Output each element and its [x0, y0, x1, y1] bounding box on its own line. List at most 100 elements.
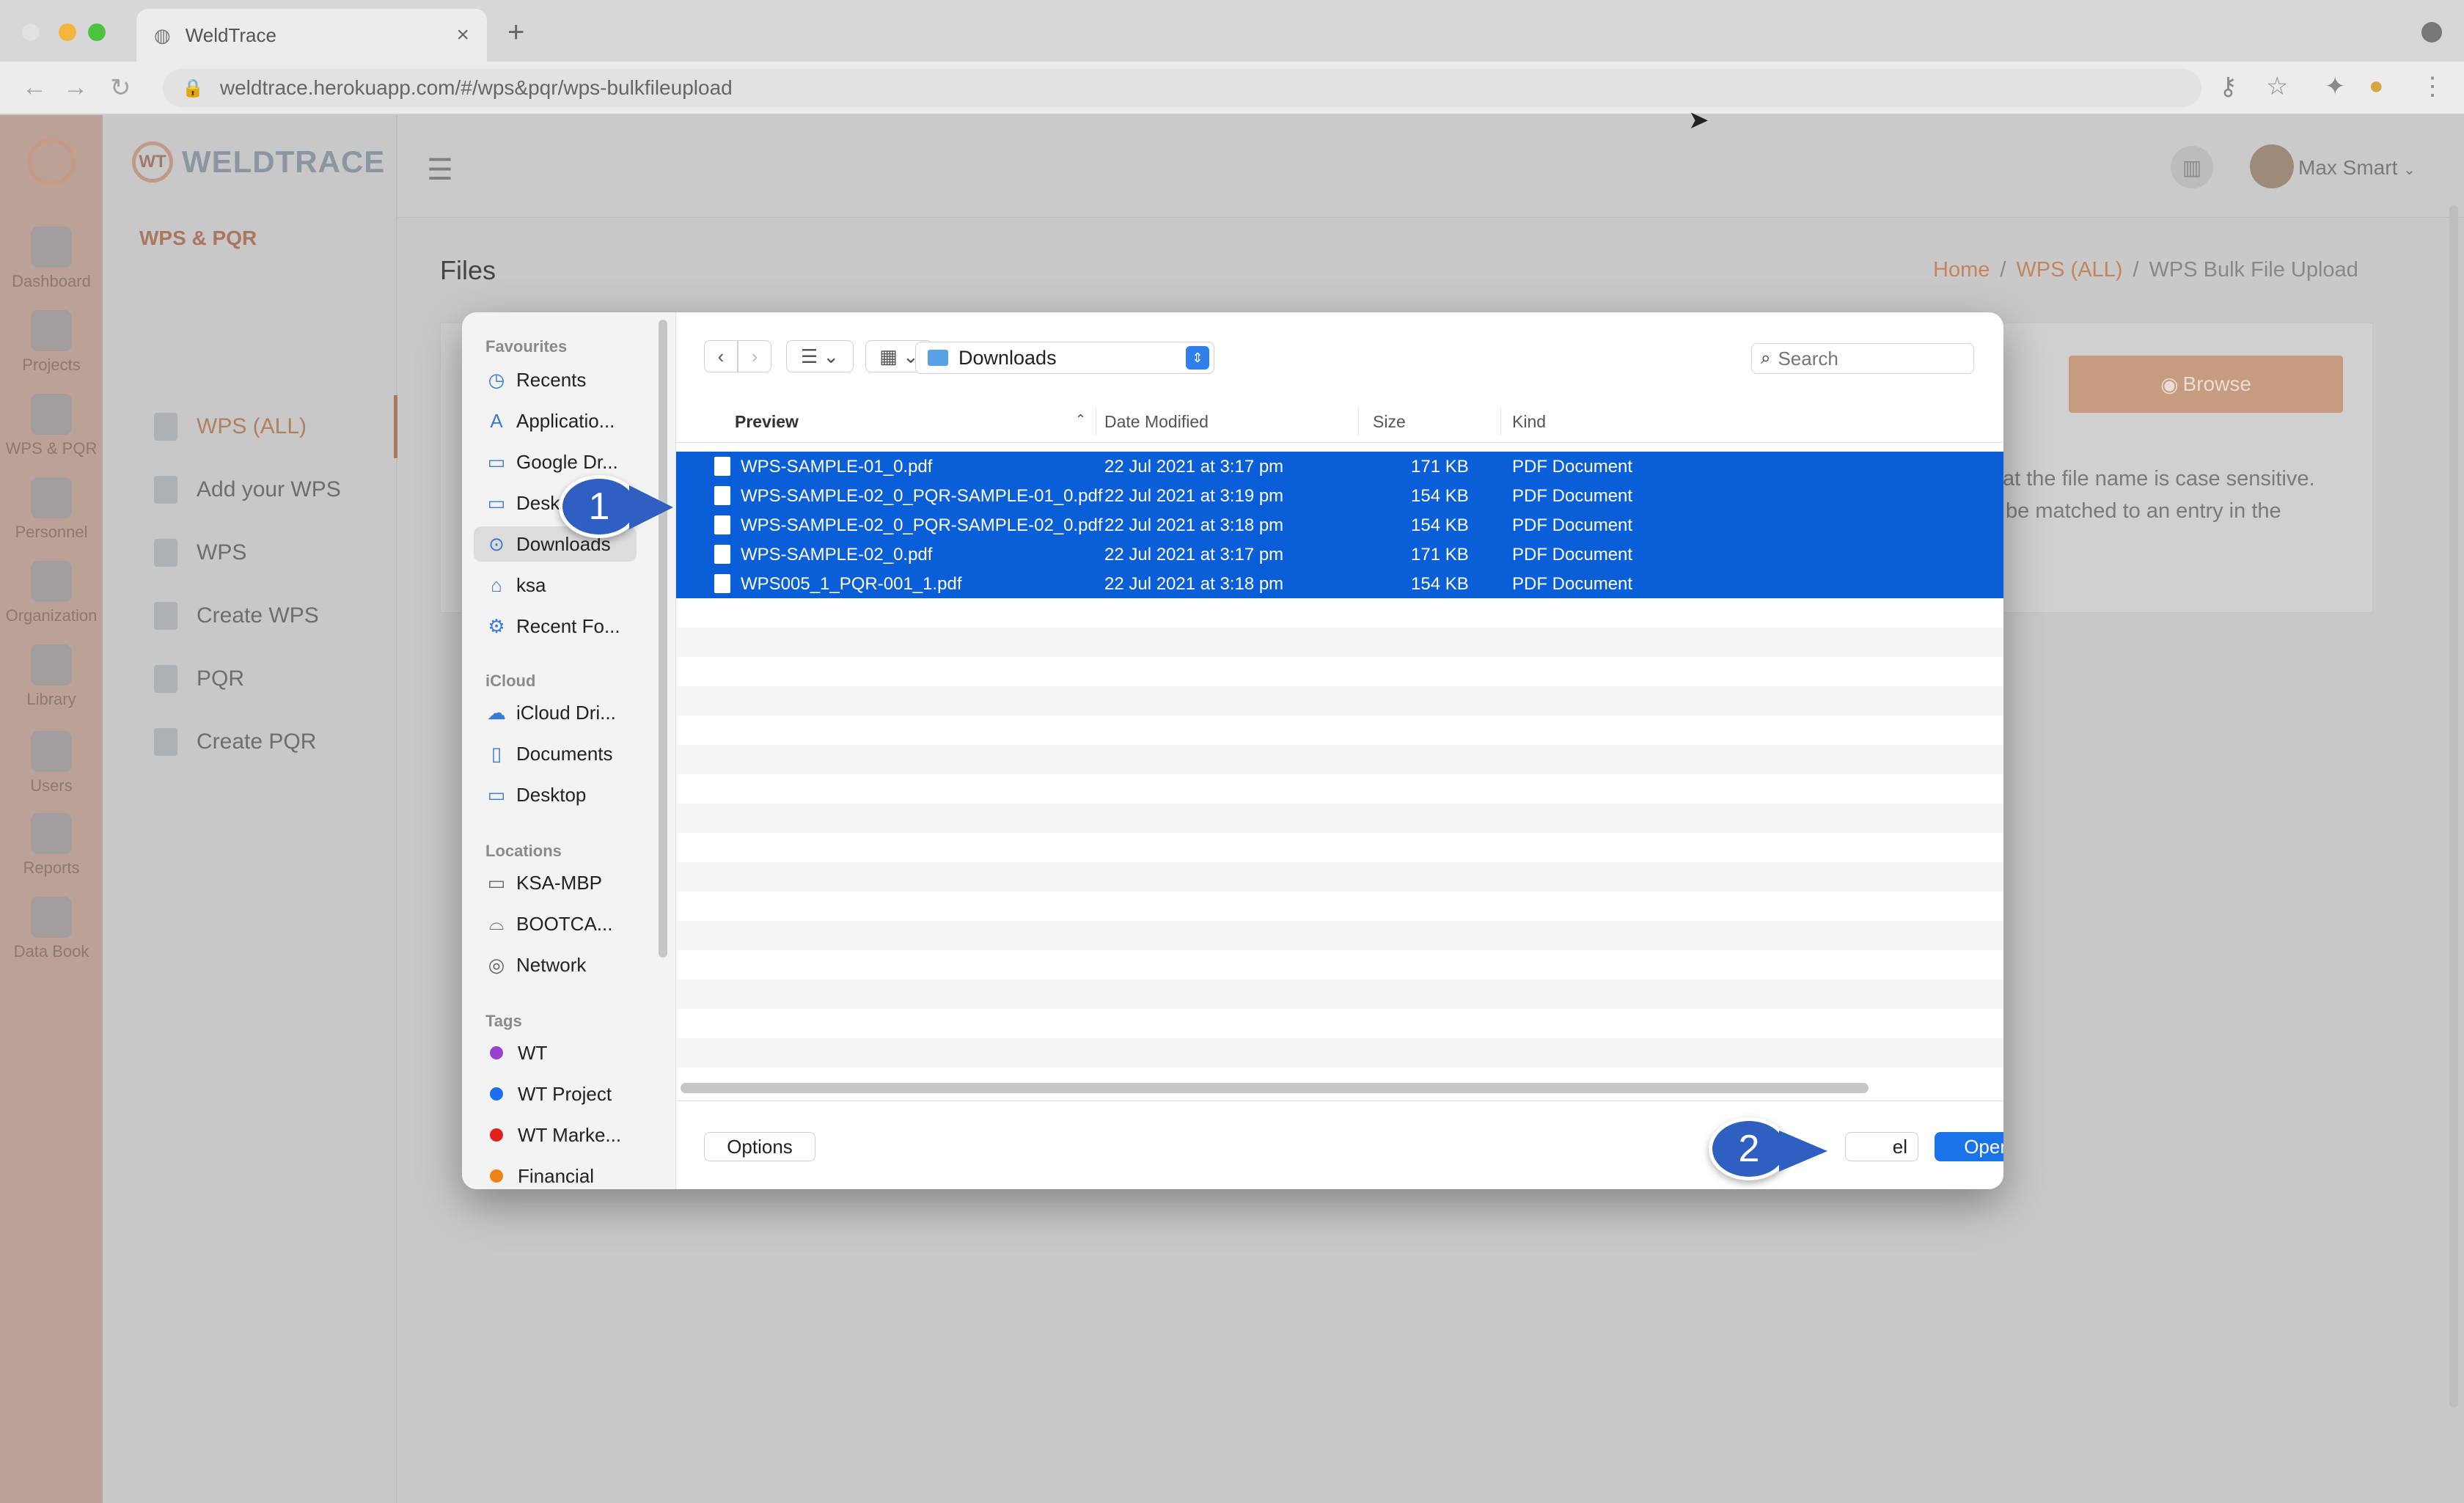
sidebar-item-bootcamp[interactable]: ⌓ BOOTCA...: [474, 906, 637, 941]
rail-label: Data Book: [13, 942, 89, 960]
bookmark-star-icon[interactable]: ☆: [2266, 72, 2288, 101]
extensions-icon[interactable]: ✦: [2325, 72, 2346, 101]
horizontal-scrollbar[interactable]: [681, 1083, 1869, 1093]
search-field[interactable]: ⌕: [1751, 343, 1974, 374]
browser-tab[interactable]: ◍ WeldTrace ×: [136, 9, 487, 62]
sidebar-item-recent-folders[interactable]: ⚙ Recent Fo...: [474, 609, 637, 644]
module-rail: Dashboard Projects WPS & PQR Personnel O…: [0, 115, 103, 1503]
sidebar-item-ksa[interactable]: ⌂ ksa: [474, 567, 637, 603]
callout-2: 2: [1709, 1117, 1833, 1183]
column-divider[interactable]: [1500, 408, 1501, 436]
rail-label: Projects: [22, 356, 81, 374]
rail-logo[interactable]: [0, 139, 103, 185]
nav-item-add-wps[interactable]: Add your WPS: [103, 458, 397, 521]
back-icon[interactable]: ←: [22, 73, 47, 102]
browser-menu-icon[interactable]: ⋮: [2420, 72, 2445, 101]
column-divider[interactable]: [1358, 408, 1359, 436]
window-close-dot[interactable]: [22, 23, 40, 41]
sidebar-item-documents[interactable]: ▯ Documents: [474, 736, 637, 771]
sidebar-scrollbar[interactable]: [659, 320, 667, 958]
download-icon: ⊙: [488, 532, 505, 555]
profile-icon[interactable]: ●: [2369, 72, 2384, 100]
sidebar-item-label: Documents: [516, 742, 613, 765]
nav-item-pqr[interactable]: PQR: [103, 647, 397, 710]
sidebar-tag-wt[interactable]: WT: [474, 1035, 637, 1070]
nav-item-wps[interactable]: WPS: [103, 521, 397, 584]
document-icon: [154, 602, 177, 630]
applications-icon: A: [490, 409, 503, 432]
nav-item-create-wps[interactable]: Create WPS: [103, 584, 397, 647]
search-input[interactable]: [1778, 347, 1947, 370]
sidebar-tag-wt-project[interactable]: WT Project: [474, 1076, 637, 1111]
sidebar-item-label: BOOTCA...: [516, 912, 613, 935]
list-item[interactable]: WPS005_1_PQR-001_1.pdf 22 Jul 2021 at 3:…: [676, 569, 2003, 598]
sidebar-item-ksa-mbp[interactable]: ▭ KSA-MBP: [474, 865, 637, 900]
column-size[interactable]: Size: [1373, 412, 1406, 432]
rail-item-data-book[interactable]: Data Book: [0, 897, 103, 961]
sidebar-item-network[interactable]: ◎ Network: [474, 947, 637, 982]
sidebar-item-recents[interactable]: ◷ Recents: [474, 362, 637, 397]
file-size: 154 KB: [1411, 515, 1469, 535]
sidebar-item-label: Network: [516, 953, 587, 976]
breadcrumb-wps-all[interactable]: WPS (ALL): [2016, 258, 2122, 282]
nav-section-title: WPS & PQR: [139, 227, 257, 249]
list-item[interactable]: WPS-SAMPLE-02_0_PQR-SAMPLE-01_0.pdf 22 J…: [676, 481, 2003, 510]
folder-name: Downloads: [958, 346, 1057, 369]
column-preview[interactable]: Preview: [735, 412, 799, 432]
empty-row-stripe: [676, 1038, 2003, 1067]
sidebar-item-google-drive[interactable]: ▭ Google Dr...: [474, 444, 637, 479]
sidebar-tag-wt-marketing[interactable]: WT Marke...: [474, 1117, 637, 1153]
breadcrumb-home[interactable]: Home: [1933, 258, 1990, 282]
sidebar-item-icloud-drive[interactable]: ☁ iCloud Dri...: [474, 695, 637, 730]
rail-item-personnel[interactable]: Personnel: [0, 477, 103, 542]
rail-item-projects[interactable]: Projects: [0, 310, 103, 375]
key-icon[interactable]: ⚷: [2219, 72, 2237, 101]
list-view-button[interactable]: ☰ ⌄: [786, 340, 854, 372]
nav-item-create-pqr[interactable]: Create PQR: [103, 710, 397, 773]
sidebar-item-applications[interactable]: A Applicatio...: [474, 403, 637, 438]
window-zoom-dot[interactable]: [88, 23, 106, 41]
rail-item-reports[interactable]: Reports: [0, 813, 103, 878]
browse-label: Browse: [2182, 372, 2251, 395]
sidebar-item-icloud-desktop[interactable]: ▭ Desktop: [474, 777, 637, 812]
list-item[interactable]: WPS-SAMPLE-01_0.pdf 22 Jul 2021 at 3:17 …: [676, 452, 2003, 481]
column-date-modified[interactable]: Date Modified: [1104, 412, 1209, 432]
file-size: 171 KB: [1411, 545, 1469, 565]
sidebar-tag-financial[interactable]: Financial: [474, 1158, 637, 1189]
rail-item-organization[interactable]: Organization: [0, 561, 103, 625]
page-scrollbar[interactable]: [2449, 205, 2458, 1408]
options-button[interactable]: Options: [704, 1132, 815, 1161]
hamburger-menu-icon[interactable]: ☰: [427, 153, 453, 187]
rail-item-wps-pqr[interactable]: WPS & PQR: [0, 394, 103, 458]
sidebar-item-label: WT: [518, 1041, 548, 1064]
avatar[interactable]: [2250, 144, 2294, 188]
reload-icon[interactable]: ↻: [110, 73, 131, 103]
rail-item-users[interactable]: Users: [0, 731, 103, 795]
empty-row-stripe: [676, 804, 2003, 833]
book-icon[interactable]: ▥: [2171, 146, 2213, 188]
column-kind[interactable]: Kind: [1512, 412, 1546, 432]
list-item[interactable]: WPS-SAMPLE-02_0.pdf 22 Jul 2021 at 3:17 …: [676, 540, 2003, 569]
tag-blue-icon: [490, 1087, 503, 1100]
user-menu[interactable]: Max Smart ⌄: [2298, 156, 2416, 180]
folder-dropdown[interactable]: Downloads ⇕: [915, 342, 1214, 374]
rail-item-dashboard[interactable]: Dashboard: [0, 227, 103, 291]
back-button[interactable]: ‹: [704, 340, 738, 372]
nav-item-wps-all[interactable]: WPS (ALL): [103, 395, 397, 458]
browse-button[interactable]: ◉ Browse: [2069, 356, 2343, 413]
tab-close-icon[interactable]: ×: [456, 23, 469, 48]
tab-menu-icon[interactable]: [2421, 22, 2442, 43]
rail-item-library[interactable]: Library: [0, 644, 103, 709]
mouse-pointer-icon: ➤: [1688, 106, 1709, 134]
callout-1: 1: [559, 475, 676, 538]
forward-icon[interactable]: →: [63, 73, 88, 102]
url-field[interactable]: 🔒 weldtrace.herokuapp.com/#/wps&pqr/wps-…: [163, 69, 2201, 107]
open-button[interactable]: Open: [1935, 1132, 2003, 1161]
weldtrace-logo[interactable]: WT WELDTRACE: [132, 142, 385, 183]
forward-button[interactable]: ›: [738, 340, 771, 372]
new-tab-button[interactable]: +: [507, 16, 524, 49]
list-item[interactable]: WPS-SAMPLE-02_0_PQR-SAMPLE-02_0.pdf 22 J…: [676, 510, 2003, 540]
cancel-button[interactable]: el: [1845, 1132, 1918, 1161]
sort-ascending-icon[interactable]: ⌃: [1075, 412, 1086, 427]
window-minimize-dot[interactable]: [59, 23, 76, 41]
